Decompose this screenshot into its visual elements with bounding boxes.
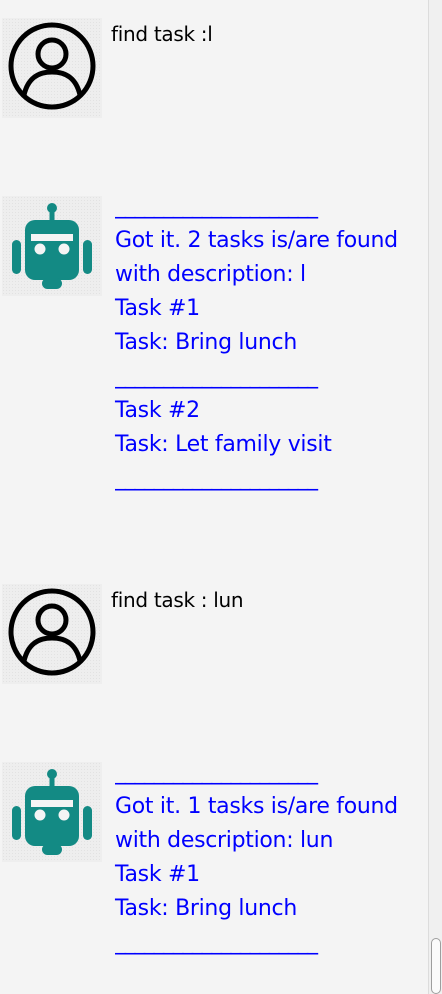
user-message: find task : lun	[0, 582, 428, 692]
bot-message: _____________________ Got it. 1 tasks is…	[0, 756, 428, 976]
bot-message-line: Task #2	[115, 398, 200, 423]
bot-message-line: with description: lun	[115, 828, 334, 853]
bot-message-line: Task: Let family visit	[115, 432, 332, 457]
bot-message-text: _____________________ Got it. 1 tasks is…	[115, 756, 398, 960]
bot-avatar	[2, 196, 102, 296]
bot-avatar	[2, 762, 102, 862]
user-circle-icon	[2, 18, 102, 118]
user-message: find task :l	[0, 16, 428, 126]
separator-line: _____________________	[115, 466, 318, 491]
user-message-text: find task :l	[111, 22, 213, 46]
bot-message-line: with description: l	[115, 262, 306, 287]
user-message-text: find task : lun	[111, 588, 244, 612]
bot-message-line: Task #1	[115, 862, 200, 887]
android-robot-icon	[2, 762, 102, 862]
separator-line: _____________________	[115, 760, 318, 785]
user-circle-icon	[2, 584, 102, 684]
bot-message-line: Got it. 1 tasks is/are found	[115, 794, 398, 819]
bot-message: _____________________ Got it. 2 tasks is…	[0, 190, 428, 510]
bot-message-line: Task #1	[115, 296, 200, 321]
bot-message-line: Task: Bring lunch	[115, 896, 297, 921]
bot-message-line: Got it. 2 tasks is/are found	[115, 228, 398, 253]
user-avatar	[2, 584, 102, 684]
vertical-scrollbar[interactable]	[428, 0, 442, 994]
separator-line: _____________________	[115, 194, 318, 219]
user-avatar	[2, 18, 102, 118]
separator-line: _____________________	[115, 364, 318, 389]
bot-message-line: Task: Bring lunch	[115, 330, 297, 355]
android-robot-icon	[2, 196, 102, 296]
bot-message-text: _____________________ Got it. 2 tasks is…	[115, 190, 398, 496]
chat-window: find task :l _____________________ Got i…	[0, 0, 442, 994]
scrollbar-thumb[interactable]	[431, 938, 441, 994]
separator-line: _____________________	[115, 930, 318, 955]
